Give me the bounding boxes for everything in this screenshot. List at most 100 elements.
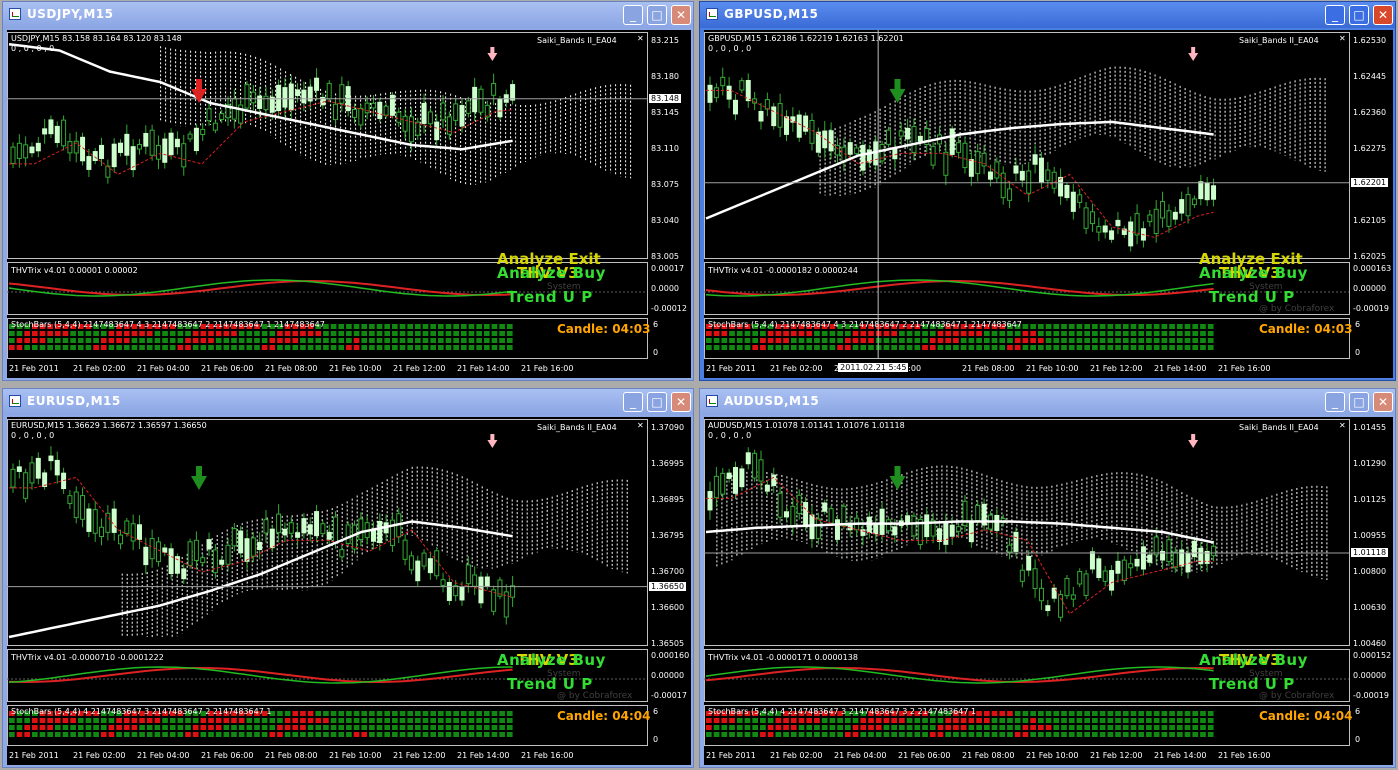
price-tick: 1.01125 [1353, 495, 1387, 504]
maximize-button[interactable]: □ [1349, 5, 1369, 25]
close-button[interactable]: ✕ [671, 5, 691, 25]
stoch-cell [1122, 331, 1129, 336]
stoch-cell [70, 718, 76, 723]
stoch-cell [1053, 732, 1060, 737]
title-bar[interactable]: AUDUSD,M15 _ □ ✕ [700, 389, 1395, 415]
stoch-cell [162, 331, 168, 336]
stoch-cell [292, 725, 299, 730]
time-tick: 21 Feb 02:00 [770, 364, 823, 373]
stoch-cell [169, 725, 176, 730]
candle-body [408, 116, 414, 143]
stoch-cell [131, 718, 138, 723]
stoch-cell [346, 324, 352, 329]
candle-body [885, 129, 891, 145]
maximize-button[interactable]: □ [647, 5, 667, 25]
candle-body [143, 546, 149, 566]
chart-window-audusd[interactable]: AUDUSD,M15 _ □ ✕ AUDUSD,M15 1.01078 1.01… [699, 388, 1396, 768]
stoch-cell [77, 345, 84, 350]
stoch-cell [1053, 725, 1060, 730]
stoch-cell [353, 725, 360, 730]
analyze-buy-label: Analyze Buy [1199, 651, 1308, 669]
close-indicator-icon[interactable]: ✕ [637, 34, 644, 43]
close-button[interactable]: ✕ [671, 392, 691, 412]
stoch-cell [200, 718, 207, 723]
stoch-cell [736, 725, 743, 730]
maximize-button[interactable]: □ [1349, 392, 1369, 412]
candle-body [124, 133, 130, 156]
stoch-cell [353, 732, 360, 737]
candle-body [212, 122, 218, 131]
stoch-cell [9, 338, 15, 343]
maximize-button[interactable]: □ [647, 392, 667, 412]
stoch-cell [116, 718, 122, 723]
candle-body [402, 115, 408, 132]
stoch-cell [460, 711, 467, 716]
stoch-cell [415, 725, 421, 730]
chart-area[interactable]: USDJPY,M15 83.158 83.164 83.120 83.148 0 … [7, 30, 691, 378]
analyze-buy-label: Analyze Buy [497, 651, 606, 669]
stoch-cell [384, 718, 391, 723]
title-bar[interactable]: USDJPY,M15 _ □ ✕ [3, 2, 693, 28]
stoch-cell [476, 345, 482, 350]
stoch-cell [1169, 711, 1175, 716]
close-indicator-icon[interactable]: ✕ [1339, 421, 1346, 430]
stoch-cell [39, 331, 46, 336]
stoch-cell [238, 338, 245, 343]
stoch-cell [1176, 711, 1183, 716]
close-indicator-icon[interactable]: ✕ [637, 421, 644, 430]
candle-body [1064, 577, 1070, 597]
candle-timer: Candle: 04:03 [557, 322, 651, 336]
candle-body [1089, 211, 1095, 225]
candle-body [994, 514, 1000, 531]
candle-body [149, 538, 155, 560]
price-tick: 1.62275 [1353, 144, 1387, 153]
minimize-button[interactable]: _ [623, 5, 643, 25]
chart-window-eurusd[interactable]: EURUSD,M15 _ □ ✕ EURUSD,M15 1.36629 1.36… [2, 388, 694, 768]
chart-area[interactable]: EURUSD,M15 1.36629 1.36672 1.36597 1.366… [7, 417, 691, 765]
candle-body [1160, 201, 1166, 219]
stoch-cell [1037, 732, 1044, 737]
close-button[interactable]: ✕ [1373, 5, 1393, 25]
stoch-cell [169, 331, 176, 336]
stoch-cell [277, 718, 283, 723]
stoch-cell [346, 345, 352, 350]
oscillator-tick: -0.00012 [651, 304, 687, 313]
close-indicator-icon[interactable]: ✕ [1339, 34, 1346, 43]
candle-body [219, 113, 225, 120]
candle-body [408, 555, 414, 571]
stoch-cell [1053, 711, 1060, 716]
minimize-button[interactable]: _ [1325, 5, 1345, 25]
stoch-cell [453, 338, 459, 343]
stoch-cell [906, 718, 913, 723]
candle-body [339, 84, 345, 104]
stoch-cell [1099, 718, 1106, 723]
stoch-cell [123, 718, 130, 723]
stoch-cell [131, 732, 138, 737]
stoch-cell [721, 331, 728, 336]
minimize-button[interactable]: _ [623, 392, 643, 412]
chart-window-gbpusd[interactable]: GBPUSD,M15 _ □ ✕ GBPUSD,M15 1.62186 1.62… [699, 1, 1396, 381]
stoch-cell [914, 725, 921, 730]
title-bar[interactable]: EURUSD,M15 _ □ ✕ [3, 389, 693, 415]
stoch-cell [246, 331, 253, 336]
stoch-cell [775, 732, 782, 737]
stoch-cell [1161, 711, 1168, 716]
stoch-cell [937, 345, 944, 350]
close-button[interactable]: ✕ [1373, 392, 1393, 412]
chart-area[interactable]: AUDUSD,M15 1.01078 1.01141 1.01076 1.011… [704, 417, 1393, 765]
stoch-cell [1037, 718, 1044, 723]
stoch-cell [215, 732, 222, 737]
title-bar[interactable]: GBPUSD,M15 _ □ ✕ [700, 2, 1395, 28]
minimize-button[interactable]: _ [1325, 392, 1345, 412]
price-tick: 1.62360 [1353, 108, 1387, 117]
stoch-cell [292, 331, 299, 336]
candlesticks [10, 68, 516, 184]
stoch-cell [307, 338, 314, 343]
chart-window-usdjpy[interactable]: USDJPY,M15 _ □ ✕ USDJPY,M15 83.158 83.16… [2, 1, 694, 381]
stoch-cell [1084, 718, 1091, 723]
stoch-cell [1014, 711, 1021, 716]
candle-body [35, 457, 41, 479]
stoch-cell [1115, 732, 1121, 737]
stoch-cell [1146, 324, 1152, 329]
chart-area[interactable]: GBPUSD,M15 1.62186 1.62219 1.62163 1.622… [704, 30, 1393, 378]
